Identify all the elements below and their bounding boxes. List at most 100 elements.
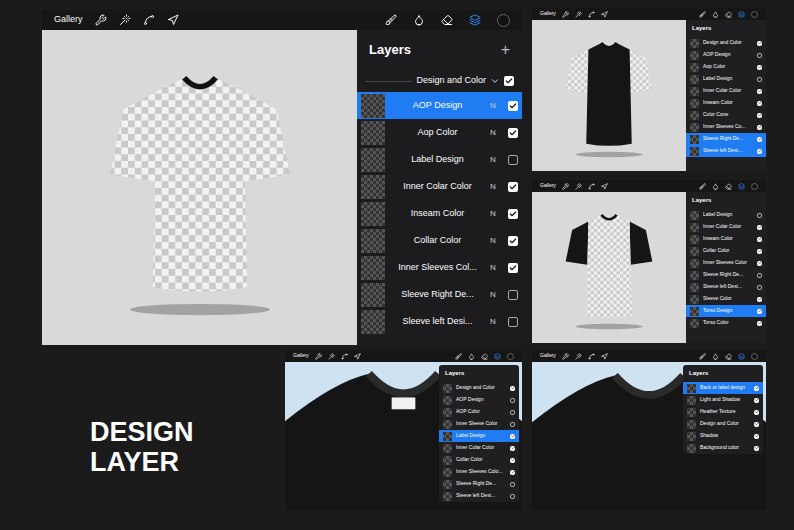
layer-row[interactable]: Sleeve Right De...	[686, 269, 766, 281]
layer-row[interactable]: Inner Colar Color	[439, 442, 519, 454]
layer-row[interactable]: Collar Color	[439, 454, 519, 466]
smudge-icon[interactable]	[468, 353, 475, 360]
visibility-checkbox[interactable]	[508, 101, 518, 111]
wand-icon[interactable]	[575, 183, 582, 190]
visibility-checkbox[interactable]	[754, 446, 759, 451]
visibility-checkbox[interactable]	[757, 225, 762, 230]
eraser-icon[interactable]	[725, 183, 732, 190]
blend-mode[interactable]: N	[490, 127, 502, 139]
layer-row[interactable]: Label DesignN	[357, 146, 522, 173]
layer-row[interactable]: Sleeve left Desi...	[439, 490, 519, 502]
visibility-checkbox[interactable]	[757, 125, 762, 130]
visibility-checkbox[interactable]	[754, 410, 759, 415]
layer-row[interactable]: Label Design	[686, 209, 766, 221]
visibility-checkbox[interactable]	[508, 263, 518, 273]
layer-row[interactable]: Sleeve Color	[686, 293, 766, 305]
visibility-checkbox[interactable]	[508, 209, 518, 219]
smudge-icon[interactable]	[712, 11, 719, 18]
visibility-checkbox[interactable]	[757, 297, 762, 302]
layer-row[interactable]: Collar ColorN	[357, 227, 522, 254]
visibility-checkbox[interactable]	[757, 77, 762, 82]
brush-icon[interactable]	[385, 14, 397, 26]
layer-row[interactable]: Label Design	[686, 73, 766, 85]
smudge-icon[interactable]	[712, 183, 719, 190]
visibility-checkbox[interactable]	[510, 446, 515, 451]
layer-row[interactable]: Inner Colar Color	[686, 85, 766, 97]
brush-icon[interactable]	[455, 353, 462, 360]
visibility-checkbox[interactable]	[757, 321, 762, 326]
visibility-checkbox[interactable]	[757, 137, 762, 142]
visibility-checkbox[interactable]	[508, 128, 518, 138]
visibility-checkbox[interactable]	[757, 261, 762, 266]
selection-icon[interactable]	[588, 183, 595, 190]
layer-row[interactable]: Sleeve left Desi...N	[357, 308, 522, 335]
layer-row[interactable]: Design and Color	[439, 382, 519, 394]
visibility-checkbox[interactable]	[757, 149, 762, 154]
transform-icon[interactable]	[167, 14, 179, 26]
layer-row[interactable]: Aop ColorN	[357, 119, 522, 146]
visibility-checkbox[interactable]	[510, 494, 515, 499]
layer-row[interactable]: Shadow	[683, 430, 763, 442]
eraser-icon[interactable]	[441, 14, 453, 26]
visibility-checkbox[interactable]	[757, 89, 762, 94]
transform-icon[interactable]	[601, 183, 608, 190]
transform-icon[interactable]	[601, 11, 608, 18]
color-swatch[interactable]	[751, 183, 758, 190]
wrench-icon[interactable]	[95, 14, 107, 26]
layer-row[interactable]: AOP Design	[439, 394, 519, 406]
visibility-checkbox[interactable]	[757, 65, 762, 70]
eraser-icon[interactable]	[725, 11, 732, 18]
layer-row[interactable]: Inner Colar Color	[686, 221, 766, 233]
add-layer-button[interactable]: +	[501, 38, 510, 62]
wand-icon[interactable]	[328, 353, 335, 360]
visibility-checkbox[interactable]	[754, 434, 759, 439]
visibility-checkbox[interactable]	[757, 53, 762, 58]
layers-icon[interactable]	[494, 353, 501, 360]
layer-row[interactable]: AOP Design	[686, 49, 766, 61]
color-swatch[interactable]	[751, 353, 758, 360]
layer-row[interactable]: Inner Sleeves Co...	[686, 121, 766, 133]
selection-icon[interactable]	[588, 353, 595, 360]
selection-icon[interactable]	[341, 353, 348, 360]
visibility-checkbox[interactable]	[754, 398, 759, 403]
blend-mode[interactable]: N	[490, 235, 502, 247]
layer-row[interactable]: Torso Color	[686, 317, 766, 329]
blend-mode[interactable]: N	[490, 100, 502, 112]
visibility-checkbox[interactable]	[508, 155, 518, 165]
layer-row[interactable]: Torso Design	[686, 305, 766, 317]
selection-icon[interactable]	[588, 11, 595, 18]
visibility-checkbox[interactable]	[508, 290, 518, 300]
blend-mode[interactable]: N	[490, 208, 502, 220]
layer-row[interactable]: Color Cone	[686, 109, 766, 121]
visibility-checkbox[interactable]	[754, 422, 759, 427]
eraser-icon[interactable]	[725, 353, 732, 360]
visibility-checkbox[interactable]	[757, 101, 762, 106]
layer-row[interactable]: Design and Color	[683, 418, 763, 430]
chevron-icon[interactable]	[490, 76, 500, 86]
visibility-checkbox[interactable]	[510, 422, 515, 427]
visibility-checkbox[interactable]	[757, 285, 762, 290]
visibility-checkbox[interactable]	[757, 237, 762, 242]
layers-icon[interactable]	[738, 11, 745, 18]
gallery-button[interactable]: Gallery	[540, 182, 556, 190]
blend-mode[interactable]: N	[490, 262, 502, 274]
visibility-checkbox[interactable]	[757, 273, 762, 278]
brush-icon[interactable]	[699, 183, 706, 190]
blend-mode[interactable]: N	[490, 289, 502, 301]
layer-row[interactable]: Inner Sleeves Col...N	[357, 254, 522, 281]
layer-row[interactable]: Background color	[683, 442, 763, 454]
wrench-icon[interactable]	[562, 183, 569, 190]
visibility-checkbox[interactable]	[504, 76, 514, 86]
selection-icon[interactable]	[143, 14, 155, 26]
visibility-checkbox[interactable]	[757, 41, 762, 46]
layer-row[interactable]: Sleeve Right De...	[439, 478, 519, 490]
visibility-checkbox[interactable]	[510, 386, 515, 391]
visibility-checkbox[interactable]	[510, 458, 515, 463]
transform-icon[interactable]	[601, 353, 608, 360]
layer-row[interactable]: Sleeve Right De...N	[357, 281, 522, 308]
layer-row[interactable]: Sleeve left Desi...	[686, 145, 766, 157]
wrench-icon[interactable]	[562, 353, 569, 360]
layer-row[interactable]: Inner Colar ColorN	[357, 173, 522, 200]
layer-row[interactable]: Inner Sleeves Color	[686, 257, 766, 269]
wand-icon[interactable]	[575, 353, 582, 360]
